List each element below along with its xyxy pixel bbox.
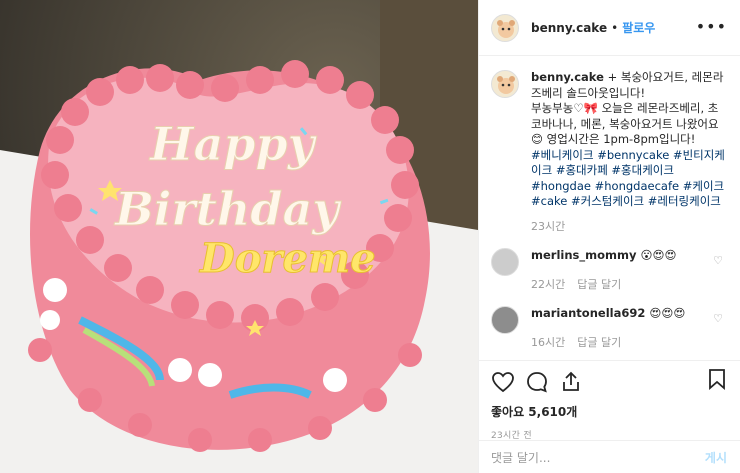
caption-line2: 부농부농♡🎀 오늘은 레몬라즈베리, 초코바나나, 메론, 복숭아요거트 나왔어… <box>531 101 719 146</box>
post-photo[interactable]: Happy Birthday Doreme <box>0 0 478 473</box>
comment-username[interactable]: merlins_mommy <box>531 248 636 262</box>
comment-text: 😮😍😍 <box>640 247 677 262</box>
comment-item: mariantonella692 😍😍😍 16시간 답글 달기 ♡ <box>491 305 729 350</box>
likes-count[interactable]: 좋아요 5,610개 <box>491 403 729 420</box>
comment-avatar[interactable] <box>491 247 519 276</box>
cake-illustration: Happy Birthday Doreme <box>0 0 478 473</box>
comment-text: 😍😍😍 <box>649 305 686 320</box>
comment-username[interactable]: mariantonella692 <box>531 306 645 320</box>
cake-text-happy: Happy <box>148 117 318 171</box>
follow-button[interactable]: 팔로우 <box>622 19 655 36</box>
bookmark-icon[interactable] <box>705 367 729 391</box>
caption-avatar[interactable] <box>491 70 519 98</box>
comment-avatar[interactable] <box>491 305 519 334</box>
more-options-icon[interactable]: ••• <box>696 17 727 36</box>
caption-time: 23시간 <box>531 219 566 233</box>
caption-hashtags[interactable]: #베니케이크 #bennycake #빈티지케이크 #홍대카페 #홍대케이크 #… <box>531 148 725 209</box>
add-comment-input[interactable]: 댓글 달기... <box>491 449 550 466</box>
like-heart-icon[interactable] <box>491 370 515 394</box>
comment-time: 22시간 <box>531 277 566 291</box>
caption-username[interactable]: benny.cake <box>531 70 604 84</box>
post-side-panel: benny.cake • 팔로우 ••• benny.cake + 복숭아요거트… <box>478 0 740 473</box>
post-comment-button[interactable]: 게시 <box>705 449 727 466</box>
comment-like-icon[interactable]: ♡ <box>713 254 723 267</box>
caption-text: benny.cake + 복숭아요거트, 레몬라즈베리 솔드아웃입니다! 부농부… <box>531 70 727 210</box>
instagram-post: Happy Birthday Doreme benny.cake • 팔로우 •… <box>0 0 740 473</box>
comment-item: merlins_mommy 😮😍😍 22시간 답글 달기 ♡ <box>491 247 729 292</box>
share-icon[interactable] <box>559 370 583 394</box>
comment-bubble-icon[interactable] <box>525 370 549 394</box>
caption: benny.cake + 복숭아요거트, 레몬라즈베리 솔드아웃입니다! 부농부… <box>491 70 729 210</box>
reply-button[interactable]: 답글 달기 <box>577 278 621 291</box>
comments-section: benny.cake + 복숭아요거트, 레몬라즈베리 솔드아웃입니다! 부농부… <box>479 56 740 359</box>
post-actions: 좋아요 5,610개 23시간 전 <box>479 360 740 441</box>
post-header: benny.cake • 팔로우 ••• <box>479 0 740 56</box>
comment-time: 16시간 <box>531 335 566 349</box>
reply-button[interactable]: 답글 달기 <box>577 336 621 349</box>
header-username[interactable]: benny.cake <box>531 21 607 35</box>
profile-avatar[interactable] <box>491 13 519 42</box>
add-comment-bar[interactable]: 댓글 달기... 게시 <box>479 440 740 473</box>
cake-text-birthday: Birthday <box>113 182 342 236</box>
comment-like-icon[interactable]: ♡ <box>713 312 723 325</box>
header-separator: • <box>611 20 619 35</box>
cake-text-doreme: Doreme <box>199 235 376 282</box>
